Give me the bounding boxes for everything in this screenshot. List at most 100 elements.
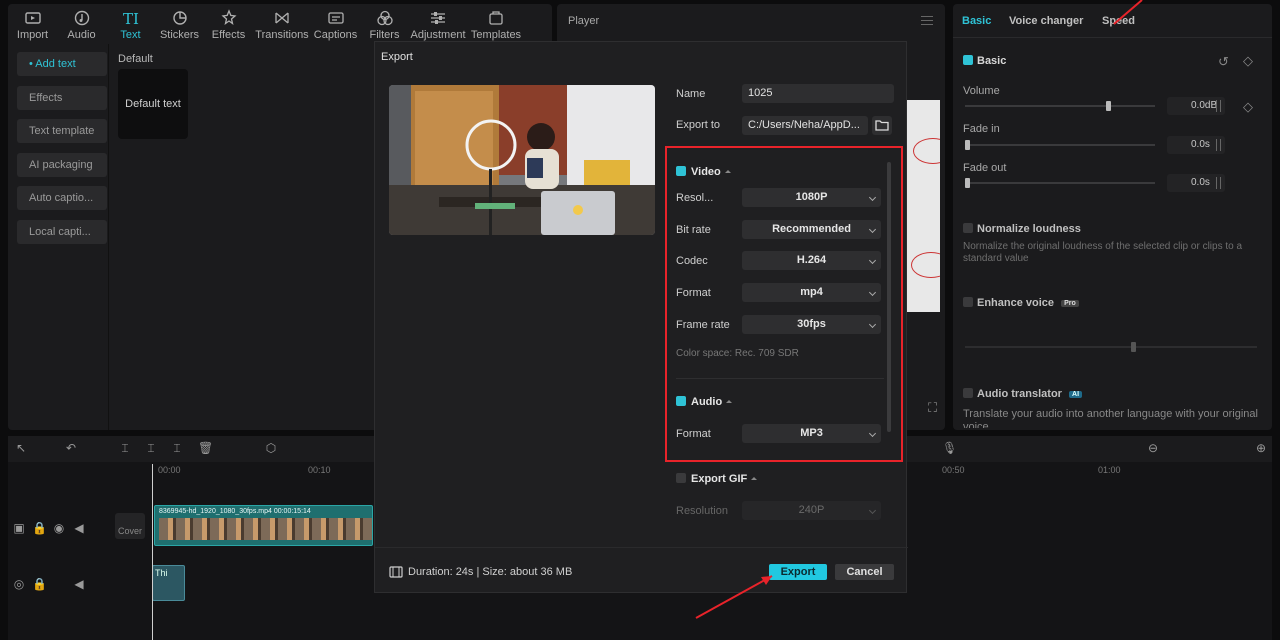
tab-basic[interactable]: Basic	[962, 15, 991, 27]
enhance-checkbox[interactable]	[963, 297, 973, 307]
fullscreen-icon[interactable]: ⛶	[928, 400, 937, 416]
top-toolbar: Import Audio TI Text Stickers Effects Tr…	[8, 4, 552, 44]
tool-label: Filters	[369, 29, 400, 41]
tool-import[interactable]: Import	[8, 4, 57, 44]
volume-spinner[interactable]	[1216, 100, 1221, 112]
tool-transitions[interactable]: Transitions	[253, 4, 311, 44]
browse-folder-button[interactable]	[872, 116, 892, 135]
menu-icon[interactable]	[921, 16, 933, 25]
preview-scribble	[913, 138, 940, 164]
fade-in-spinner[interactable]	[1216, 139, 1221, 151]
text-clip[interactable]: Thi	[152, 565, 185, 601]
gif-label: Export GIF	[691, 473, 748, 485]
tab-voice-changer[interactable]: Voice changer	[1009, 15, 1083, 27]
tool-adjustment[interactable]: Adjustment	[409, 4, 467, 44]
track-lock-icon[interactable]: ▣	[12, 521, 26, 535]
fade-out-slider-thumb[interactable]	[965, 178, 970, 188]
undo-icon[interactable]: ↶	[64, 441, 78, 455]
enhance-voice[interactable]: Enhance voice Pro	[963, 297, 1079, 309]
fade-in-value-box[interactable]: 0.0s	[1167, 136, 1225, 154]
tool-label: Audio	[67, 29, 96, 41]
fade-out-value-box[interactable]: 0.0s	[1167, 174, 1225, 192]
playhead[interactable]	[152, 464, 153, 640]
reset-icon[interactable]: ↺	[1218, 54, 1229, 70]
cover-button[interactable]: Cover	[115, 513, 145, 539]
lock-icon[interactable]: 🔒	[32, 577, 47, 591]
fade-out-label: Fade out	[963, 162, 1007, 174]
tool-audio[interactable]: Audio	[57, 4, 106, 44]
fade-out-slider[interactable]	[965, 178, 1155, 188]
tool-effects[interactable]: Effects	[204, 4, 253, 44]
zoom-out-icon[interactable]: ⊖	[1146, 441, 1160, 455]
category-effects[interactable]: Effects	[17, 85, 107, 110]
fade-in-slider-thumb[interactable]	[965, 140, 970, 150]
lock-icon[interactable]: 🔒	[32, 521, 47, 535]
export-path-input[interactable]: C:/Users/Neha/AppD...	[742, 116, 868, 135]
eye-icon[interactable]: ◉	[52, 521, 66, 535]
duration-info: Duration: 24s | Size: about 36 MB	[389, 566, 572, 578]
annotation-arrow	[695, 575, 773, 619]
translator-label: Audio translator	[977, 388, 1062, 400]
marker-icon[interactable]: ⬡	[264, 441, 278, 455]
text-clip-label: Thi	[155, 568, 168, 578]
audio-translator[interactable]: Audio translator AI	[963, 388, 1083, 400]
tool-templates[interactable]: Templates	[467, 4, 525, 44]
fade-in-value: 0.0s	[1191, 139, 1210, 150]
mute-icon[interactable]: ◀	[72, 577, 86, 591]
gif-resolution-label: Resolution	[676, 505, 728, 517]
tool-captions[interactable]: Captions	[311, 4, 360, 44]
fade-out-spinner[interactable]	[1216, 177, 1221, 189]
normalize-loudness[interactable]: Normalize loudness	[963, 223, 1081, 235]
split-left-icon[interactable]: ⌶	[144, 441, 158, 455]
media-divider	[108, 44, 109, 430]
tool-label: Adjustment	[410, 29, 466, 41]
name-input[interactable]: 1025	[742, 84, 894, 103]
delete-icon[interactable]: 🗑	[198, 441, 213, 455]
tool-text[interactable]: TI Text	[106, 4, 155, 44]
tool-label: Stickers	[159, 29, 200, 41]
basic-section[interactable]: Basic	[963, 55, 1006, 67]
tool-label: Templates	[470, 29, 522, 41]
mute-icon[interactable]: ◀	[72, 521, 86, 535]
keyframe-icon[interactable]: ◇	[1243, 53, 1253, 69]
select-tool-icon[interactable]: ↖	[14, 441, 28, 455]
fade-in-slider[interactable]	[965, 140, 1155, 150]
volume-value-box[interactable]: 0.0dB	[1167, 97, 1225, 115]
basic-checkbox[interactable]	[963, 55, 973, 65]
category-auto-captions[interactable]: Auto captio...	[17, 186, 107, 210]
tool-filters[interactable]: Filters	[360, 4, 409, 44]
keyframe-icon[interactable]: ◇	[1243, 99, 1253, 115]
fade-out-value: 0.0s	[1191, 177, 1210, 188]
clip-thumbnails	[159, 518, 372, 540]
ai-badge: AI	[1069, 391, 1083, 398]
split-icon[interactable]: ⌶	[118, 441, 132, 455]
export-dialog: Export Name 1025 Export to C:/Users/Neha…	[374, 41, 908, 593]
split-right-icon[interactable]: ⌶	[170, 441, 184, 455]
volume-slider[interactable]	[965, 101, 1155, 111]
default-text-tile[interactable]: Default text	[118, 69, 188, 139]
zoom-in-icon[interactable]: ⊕	[1254, 441, 1268, 455]
category-add-text[interactable]: • Add text	[17, 52, 107, 76]
category-ai-packaging[interactable]: AI packaging	[17, 152, 107, 177]
video-clip[interactable]: 8369945-hd_1920_1080_30fps.mp4 00:00:15:…	[154, 505, 373, 546]
category-local-captions[interactable]: Local capti...	[17, 219, 107, 244]
cancel-button[interactable]: Cancel	[835, 564, 894, 580]
text-category-list: • Add text Effects Text template AI pack…	[17, 52, 107, 253]
collapse-icon[interactable]	[751, 477, 758, 480]
gif-checkbox[interactable]	[676, 473, 686, 483]
preview-scribble	[911, 252, 940, 278]
folder-icon	[875, 120, 889, 131]
captions-icon	[327, 12, 344, 24]
normalize-checkbox[interactable]	[963, 223, 973, 233]
tool-stickers[interactable]: Stickers	[155, 4, 204, 44]
stickers-icon	[172, 11, 187, 25]
gif-section-toggle[interactable]: Export GIF	[676, 473, 758, 485]
enhance-slider	[965, 342, 1257, 352]
microphone-icon[interactable]: 🎙	[942, 441, 957, 455]
volume-value: 0.0dB	[1191, 100, 1218, 111]
text-track-icon[interactable]: ◎	[12, 577, 26, 591]
volume-slider-thumb[interactable]	[1105, 101, 1111, 111]
basic-label: Basic	[977, 55, 1007, 67]
translator-checkbox[interactable]	[963, 388, 973, 398]
category-text-template[interactable]: Text template	[17, 119, 107, 143]
